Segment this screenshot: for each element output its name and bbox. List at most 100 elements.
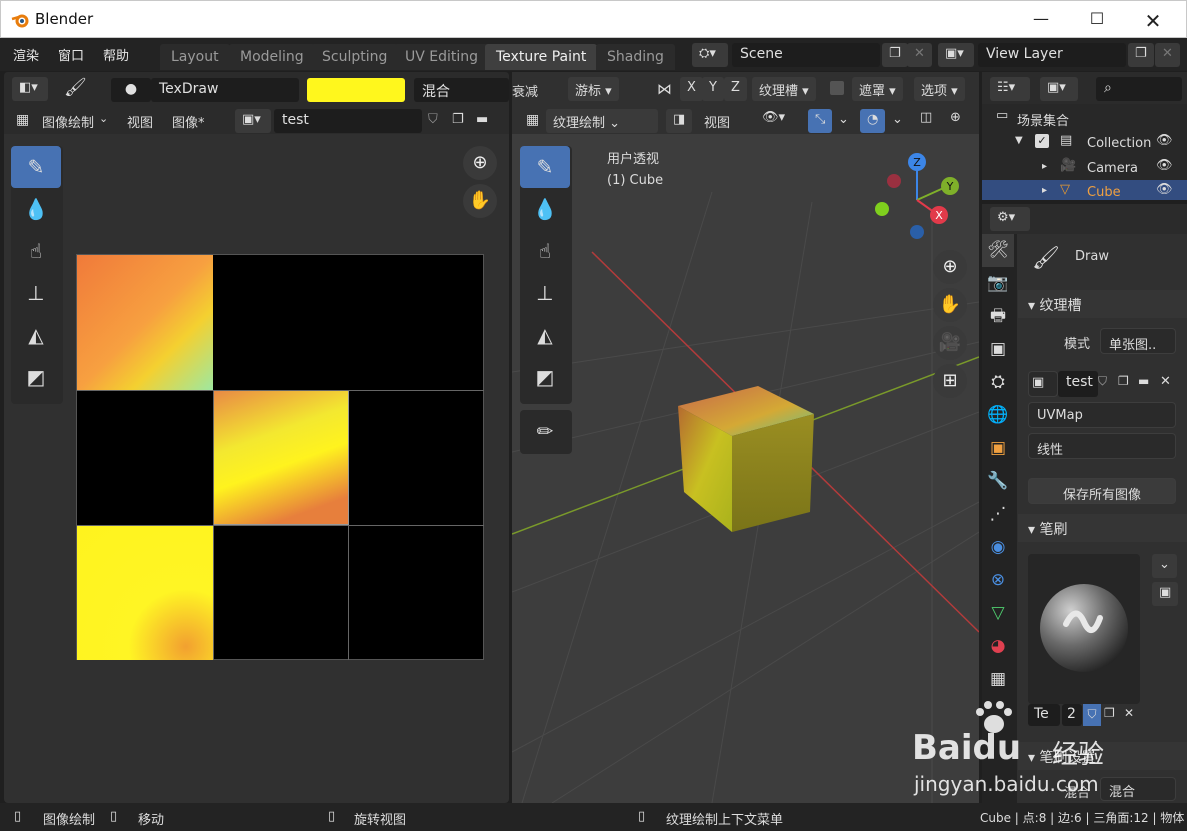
visibility-icon[interactable]: 👁▾ [762, 110, 785, 125]
viewport-3d[interactable]: 衰减 游标 ▾ ⋈ X Y Z 纹理槽 ▾ 遮罩 ▾ 选项 ▾ ▦ 纹理绘制 ⌄… [512, 72, 979, 803]
mode-dropdown[interactable]: 图像绘制 [42, 112, 94, 131]
brush-panel-header[interactable]: ▾ 笔刷 [1018, 514, 1187, 542]
blend-mode-field[interactable]: 混合 [414, 78, 509, 102]
texture-slots-dropdown[interactable]: 纹理槽 ▾ [752, 77, 816, 101]
overlay-toggle-icon[interactable]: ◔ [860, 109, 886, 133]
delete-scene-icon[interactable]: ✕ [907, 43, 932, 67]
zoom-icon[interactable]: ⊕ [933, 250, 967, 284]
open-image-folder-icon[interactable]: ▬ [476, 112, 488, 127]
image-name-field[interactable]: test [274, 109, 422, 133]
fill-tool-icon[interactable]: ◭ [520, 314, 570, 356]
editor-type-icon[interactable]: ☷▾ [990, 77, 1030, 101]
mask-dropdown[interactable]: 遮罩 ▾ [852, 77, 903, 101]
particles-tab-icon[interactable]: ⋰ [982, 498, 1014, 531]
new-image-icon[interactable]: ❐ [1118, 374, 1129, 388]
unlink-icon[interactable]: ✕ [1160, 374, 1171, 389]
display-mode-icon[interactable]: ▣▾ [1040, 77, 1078, 101]
texture-tab-icon[interactable]: ▦ [982, 663, 1014, 696]
clone-tool-icon[interactable]: ⊥ [520, 272, 570, 314]
brush-image-icon[interactable]: ▣ [1152, 582, 1179, 606]
mask-tool-icon[interactable]: ◩ [520, 356, 570, 398]
fill-tool-icon[interactable]: ◭ [11, 314, 61, 356]
fake-user-shield-icon[interactable]: ⛉ [428, 112, 438, 127]
chevron-down-icon[interactable]: ⌄ [838, 112, 849, 127]
tab-texture-paint[interactable]: Texture Paint [485, 44, 598, 70]
scene-selector-icon[interactable]: ⛭▾ [692, 43, 728, 67]
smear-tool-icon[interactable]: ☝ [520, 230, 570, 272]
close-icon[interactable]: ✕ [1143, 9, 1163, 33]
tab-modeling[interactable]: Modeling [229, 44, 315, 70]
menu-view[interactable]: 视图 [127, 112, 153, 131]
expand-arrow-icon[interactable]: ▸ [1042, 161, 1047, 172]
clone-tool-icon[interactable]: ⊥ [11, 272, 61, 314]
view-layer-field[interactable]: View Layer [978, 43, 1126, 67]
world-tab-icon[interactable]: 🌐 [982, 399, 1014, 432]
fake-user-shield-icon[interactable]: ⛉ [1098, 374, 1107, 389]
scene-field[interactable]: Scene [732, 43, 880, 67]
brush-preview[interactable] [1028, 554, 1140, 704]
mask-checkbox[interactable] [830, 81, 844, 95]
expand-arrow-icon[interactable]: ▸ [1042, 185, 1047, 196]
mirror-z-button[interactable]: Z [724, 77, 747, 101]
pan-hand-icon[interactable]: ✋ [463, 184, 497, 218]
zoom-icon[interactable]: ⊕ [463, 146, 497, 180]
menu-view[interactable]: 视图 [704, 112, 730, 131]
shading-mode-icon[interactable]: ◨ [666, 109, 693, 133]
tab-shading[interactable]: Shading [596, 44, 675, 70]
image-browse-icon[interactable]: ▣ [1028, 371, 1058, 397]
new-scene-icon[interactable]: ❐ [882, 43, 908, 67]
options-dropdown[interactable]: 选项 ▾ [914, 77, 965, 101]
chevron-down-icon[interactable]: ⌄ [1152, 554, 1177, 578]
open-image-folder-icon[interactable]: ▬ [1138, 374, 1149, 388]
tab-uv-editing[interactable]: UV Editing [394, 44, 490, 70]
delete-view-layer-icon[interactable]: ✕ [1155, 43, 1180, 67]
constraints-tab-icon[interactable]: ⊗ [982, 564, 1014, 597]
new-view-layer-icon[interactable]: ❐ [1128, 43, 1154, 67]
brush-name-field[interactable]: TexDraw [151, 78, 299, 102]
outliner-item-cube[interactable]: Cube [1087, 185, 1121, 200]
render-tab-icon[interactable]: 📷 [982, 267, 1014, 300]
image-browse-icon[interactable]: ▣▾ [235, 109, 271, 133]
menu-help[interactable]: 帮助 [103, 45, 129, 64]
ortho-grid-icon[interactable]: ⊞ [933, 364, 967, 398]
brush-browse-icon[interactable]: ● [111, 78, 151, 102]
visibility-eye-icon[interactable]: 👁 [1156, 133, 1173, 148]
output-tab-icon[interactable]: 🖶 [982, 300, 1014, 333]
image-name-field[interactable]: test [1058, 371, 1098, 397]
modifier-tab-icon[interactable]: 🔧 [982, 465, 1014, 498]
wireframe-shading-icon[interactable]: ⊕ [950, 110, 961, 125]
editor-type-icon[interactable]: ⚙▾ [990, 207, 1030, 231]
mode-dropdown[interactable]: 纹理绘制 ⌄ [546, 109, 658, 133]
outliner-item-collection[interactable]: Collection [1087, 136, 1151, 151]
tab-layout[interactable]: Layout [160, 44, 230, 70]
outliner-item-camera[interactable]: Camera [1087, 161, 1138, 176]
tab-sculpting[interactable]: Sculpting [311, 44, 399, 70]
view-layer-icon[interactable]: ▣▾ [938, 43, 974, 67]
menu-image[interactable]: 图像* [172, 112, 205, 131]
scene-tab-icon[interactable]: ⛭ [982, 366, 1014, 399]
interpolation-dropdown[interactable]: 线性 [1028, 433, 1176, 459]
camera-view-icon[interactable]: 🎥 [933, 326, 967, 360]
cube-object[interactable] [676, 382, 816, 542]
maximize-icon[interactable]: ☐ [1087, 9, 1107, 29]
visibility-eye-icon[interactable]: 👁 [1156, 182, 1173, 197]
save-all-images-button[interactable]: 保存所有图像 [1028, 478, 1176, 504]
mask-tool-icon[interactable]: ◩ [11, 356, 61, 398]
physics-tab-icon[interactable]: ◉ [982, 531, 1014, 564]
minimize-icon[interactable]: — [1031, 9, 1051, 29]
smear-tool-icon[interactable]: ☝ [11, 230, 61, 272]
texture-image[interactable] [76, 254, 484, 660]
annotate-tool-icon[interactable]: ✏ [520, 410, 570, 452]
soften-tool-icon[interactable]: 💧 [11, 188, 61, 230]
chevron-down-icon[interactable]: ⌄ [892, 112, 903, 127]
falloff-dropdown[interactable]: 衰减 [512, 81, 538, 100]
new-image-icon[interactable]: ❐ [452, 112, 464, 127]
navigation-gizmo[interactable]: Z Y X [872, 150, 962, 245]
mirror-x-button[interactable]: X [680, 77, 703, 101]
tool-tab-icon[interactable]: 🛠 [982, 234, 1014, 267]
mirror-y-button[interactable]: Y [702, 77, 724, 101]
gizmo-toggle-icon[interactable]: ⤡ [808, 109, 833, 133]
menu-window[interactable]: 窗口 [58, 45, 84, 64]
draw-tool-icon[interactable]: ✎ [11, 146, 61, 188]
data-tab-icon[interactable]: ▽ [982, 597, 1014, 630]
